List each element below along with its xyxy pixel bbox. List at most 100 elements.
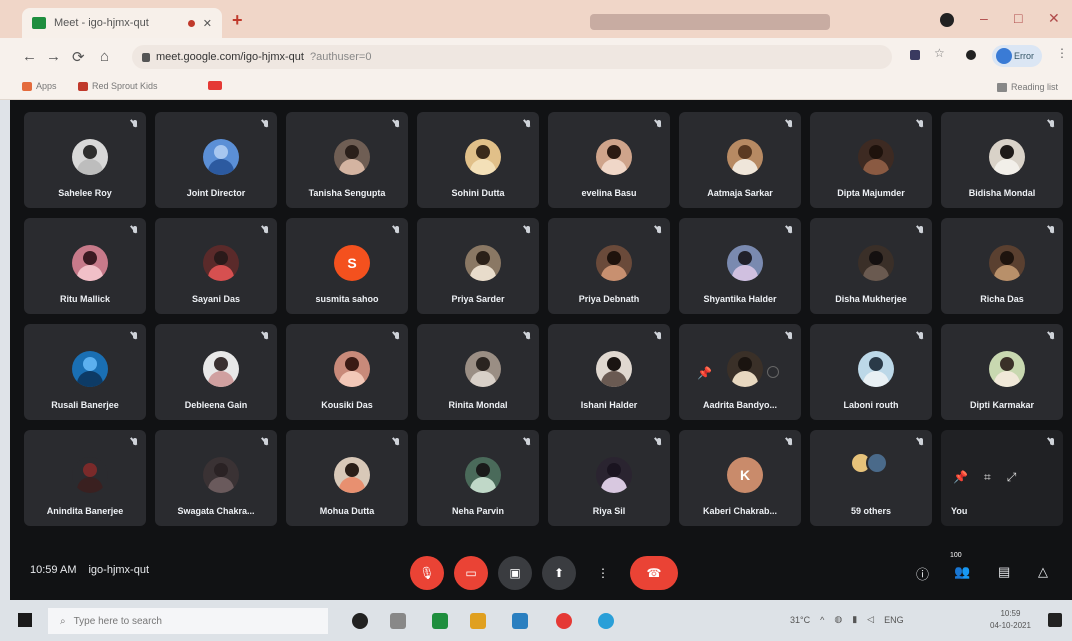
chat-icon[interactable]: ▤	[998, 564, 1010, 580]
browser-tab-meet[interactable]: Meet - igo-hjmx-qut ✕	[22, 8, 222, 38]
bookmark-youtube[interactable]	[208, 81, 222, 90]
participant-tile[interactable]: Rinita Mondal	[417, 324, 539, 420]
bookmark-apps[interactable]: Apps	[22, 81, 57, 91]
edge-icon[interactable]	[598, 613, 614, 629]
extensions-icon[interactable]	[966, 50, 976, 60]
windows-start-icon[interactable]	[18, 613, 32, 627]
participant-tile[interactable]: Joint Director	[155, 112, 277, 208]
meeting-details-icon[interactable]: ⓘ	[916, 564, 929, 583]
new-tab-icon[interactable]: +	[232, 10, 243, 31]
avatar-body	[208, 477, 234, 493]
taskbar-search[interactable]: ⌕ Type here to search	[48, 608, 328, 634]
tab-close-icon[interactable]: ✕	[203, 17, 212, 30]
participant-tile[interactable]: K Kaberi Chakrab...	[679, 430, 801, 526]
participant-tile[interactable]: Ritu Mallick	[24, 218, 146, 314]
captions-button[interactable]: ▣	[498, 556, 532, 590]
participant-tile[interactable]: Priya Debnath	[548, 218, 670, 314]
participant-tile[interactable]: Neha Parvin	[417, 430, 539, 526]
participant-name: Aatmaja Sarkar	[707, 188, 773, 198]
self-tile[interactable]: 📌 ⌗ ⤢ You	[941, 430, 1063, 526]
remove-background-icon[interactable]: ⌗	[984, 470, 991, 485]
participant-tile[interactable]: Laboni routh	[810, 324, 932, 420]
tray-chevron-icon[interactable]: ^	[820, 615, 824, 625]
participant-tile[interactable]: Aadrita Bandyo... 📌	[679, 324, 801, 420]
participant-tile[interactable]: Riya Sil	[548, 430, 670, 526]
address-bar[interactable]: meet.google.com/igo-hjmx-qut ?authuser=0	[132, 45, 892, 69]
participant-tile[interactable]: Shyantika Halder	[679, 218, 801, 314]
avatar	[72, 139, 108, 175]
participant-tile[interactable]: Ishani Halder	[548, 324, 670, 420]
participant-tile[interactable]: Priya Sarder	[417, 218, 539, 314]
home-icon[interactable]: ⌂	[100, 48, 109, 65]
activities-icon[interactable]: △	[1038, 564, 1048, 580]
bookmark-red-sprout[interactable]: Red Sprout Kids	[78, 81, 158, 91]
mic-off-button[interactable]: 🎙	[410, 556, 444, 590]
leave-call-button[interactable]: ☎	[630, 556, 678, 590]
participant-tile[interactable]: Bidisha Mondal	[941, 112, 1063, 208]
participant-tile[interactable]: Richa Das	[941, 218, 1063, 314]
more-options-button[interactable]: ⋮	[586, 556, 620, 590]
back-icon[interactable]: ←	[22, 48, 37, 65]
taskbar-clock[interactable]: 10:59 04-10-2021	[990, 608, 1031, 632]
lock-icon	[142, 52, 150, 62]
cortana-icon[interactable]	[352, 613, 368, 629]
participant-tile[interactable]: Kousiki Das	[286, 324, 408, 420]
participant-tile[interactable]: Sayani Das	[155, 218, 277, 314]
profile-dot-icon[interactable]	[940, 13, 954, 27]
participant-tile[interactable]: Sahelee Roy	[24, 112, 146, 208]
forward-icon[interactable]: →	[46, 48, 61, 65]
network-icon[interactable]: ◍	[834, 614, 842, 625]
taskbar-date: 04-10-2021	[990, 621, 1031, 630]
others-tile[interactable]: 59 others	[810, 430, 932, 526]
participant-tile[interactable]: evelina Basu	[548, 112, 670, 208]
participant-tile[interactable]: Ssusmita sahoo	[286, 218, 408, 314]
present-button[interactable]: ⬆	[542, 556, 576, 590]
meet-video-grid: Sahelee Roy Joint Director Tanisha Sengupt…	[10, 100, 1072, 600]
avatar	[596, 457, 632, 493]
expand-icon[interactable]: ⤢	[1007, 470, 1017, 485]
task-view-icon[interactable]	[390, 613, 406, 629]
people-icon[interactable]: 👥	[954, 564, 970, 580]
participant-name: Ritu Mallick	[59, 294, 110, 304]
menu-icon[interactable]: ⋮	[1056, 46, 1068, 60]
avatar-body	[339, 477, 365, 493]
participant-name: Mohua Dutta	[319, 506, 375, 516]
pin-icon[interactable]: 📌	[697, 366, 712, 380]
participant-tile[interactable]: Anindita Banerjee	[24, 430, 146, 526]
extension-icon[interactable]	[910, 50, 920, 60]
temperature: 31°C	[790, 614, 811, 625]
reload-icon[interactable]: ⟳	[72, 48, 85, 66]
participant-tile[interactable]: Rusali Banerjee	[24, 324, 146, 420]
battery-icon[interactable]: ▮	[852, 614, 857, 625]
participant-tile[interactable]: Dipta Majumder	[810, 112, 932, 208]
participant-tile[interactable]: Debleena Gain	[155, 324, 277, 420]
notifications-icon[interactable]	[1048, 613, 1062, 627]
participant-tile[interactable]: Aatmaja Sarkar	[679, 112, 801, 208]
close-window-icon[interactable]: ✕	[1048, 10, 1060, 27]
participant-tile[interactable]: Mohua Dutta	[286, 430, 408, 526]
avatar-head	[83, 145, 97, 159]
language[interactable]: ENG	[884, 615, 904, 625]
chrome-icon[interactable]	[556, 613, 572, 629]
file-explorer-icon[interactable]	[470, 613, 486, 629]
profile-button[interactable]: Error	[992, 45, 1042, 67]
others-label: 59 others	[850, 506, 892, 516]
maximize-icon[interactable]: □	[1014, 10, 1022, 26]
avatar-head	[83, 251, 97, 265]
avatar-body	[470, 477, 496, 493]
participant-tile[interactable]: Swagata Chakra...	[155, 430, 277, 526]
volume-icon[interactable]: ◁	[867, 614, 874, 625]
minimize-icon[interactable]: –	[980, 10, 988, 26]
camera-off-button[interactable]: ▭	[454, 556, 488, 590]
participant-tile[interactable]: Disha Mukherjee	[810, 218, 932, 314]
mic-muted-icon	[918, 332, 924, 342]
reading-list[interactable]: Reading list	[996, 82, 1058, 92]
store-icon[interactable]	[512, 613, 528, 629]
participant-tile[interactable]: Tanisha Sengupta	[286, 112, 408, 208]
pin-icon[interactable]: 📌	[953, 470, 968, 485]
more-options-icon[interactable]	[767, 366, 779, 378]
star-icon[interactable]: ☆	[934, 46, 945, 60]
app-icon[interactable]	[432, 613, 448, 629]
participant-tile[interactable]: Sohini Dutta	[417, 112, 539, 208]
participant-tile[interactable]: Dipti Karmakar	[941, 324, 1063, 420]
